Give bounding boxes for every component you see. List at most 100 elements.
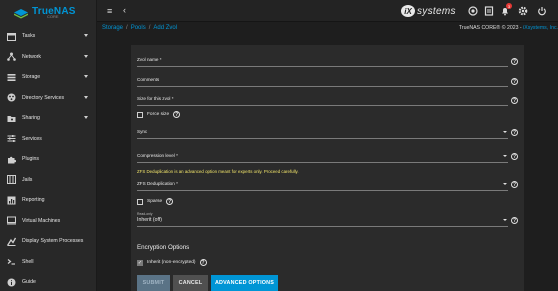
sidebar-item-tasks[interactable]: Tasks xyxy=(0,26,96,47)
task-manager-icon[interactable] xyxy=(484,6,494,16)
dedup-select[interactable]: ZFS Deduplication * ? xyxy=(137,177,518,191)
sidebar-item-label: Virtual Machines xyxy=(22,217,61,224)
folder-share-icon xyxy=(6,113,16,123)
dedup-warning: ZFS Deduplication is an advanced option … xyxy=(137,169,299,174)
sidebar-item-directory-services[interactable]: Directory Services xyxy=(0,88,96,109)
chevron-down-icon xyxy=(503,219,507,221)
truenas-logo-icon xyxy=(14,6,28,19)
breadcrumb-separator: / xyxy=(148,25,151,31)
sidebar: TrueNAS CORE Tasks Network Storage Direc xyxy=(0,0,97,291)
breadcrumb-storage[interactable]: Storage xyxy=(102,25,123,31)
encryption-options-heading: Encryption Options xyxy=(137,244,190,251)
info-icon xyxy=(6,277,16,287)
sliders-icon xyxy=(6,134,16,144)
help-icon[interactable]: ? xyxy=(511,78,518,85)
processes-icon xyxy=(6,236,16,246)
inherit-encryption-checkbox[interactable]: ✓ Inherit (non-encrypted) ? xyxy=(137,259,207,266)
chevron-down-icon xyxy=(84,54,88,58)
readonly-select[interactable]: Read-only Inherit (off) ? xyxy=(137,209,518,227)
help-icon[interactable]: ? xyxy=(511,58,518,65)
checkbox-checked[interactable]: ✓ xyxy=(137,259,143,266)
truenas-logo[interactable]: TrueNAS CORE xyxy=(0,0,96,22)
breadcrumb-add-zvol: Add Zvol xyxy=(153,25,178,31)
checkbox[interactable] xyxy=(137,198,143,205)
readonly-label: Read-only xyxy=(137,212,153,216)
sync-select[interactable]: Sync ? xyxy=(137,125,518,139)
help-icon[interactable]: ? xyxy=(173,111,181,118)
submit-button[interactable]: SUBMIT xyxy=(137,275,170,291)
sidebar-item-label: Tasks xyxy=(22,33,36,40)
sidebar-item-virtual-machines[interactable]: Virtual Machines xyxy=(0,211,96,232)
jail-icon xyxy=(6,175,16,185)
checkbox[interactable] xyxy=(137,111,143,118)
add-zvol-form: Zvol name * ? Comments ? Size for this z… xyxy=(131,45,524,291)
chevron-down-icon xyxy=(84,116,88,119)
help-icon[interactable]: ? xyxy=(511,217,518,224)
hamburger-menu-icon[interactable]: ≡ xyxy=(107,6,112,16)
sync-label: Sync xyxy=(137,129,148,134)
sidebar-item-label: Services xyxy=(22,135,42,142)
compression-select[interactable]: Compression level * ? xyxy=(137,149,518,163)
sidebar-item-display-system-processes[interactable]: Display System Processes xyxy=(0,231,96,252)
sidebar-item-network[interactable]: Network xyxy=(0,47,96,68)
sidebar-item-shell[interactable]: Shell xyxy=(0,252,96,273)
sidebar-item-storage[interactable]: Storage xyxy=(0,67,96,88)
chart-icon xyxy=(6,195,16,205)
force-size-checkbox[interactable]: Force size ? xyxy=(137,111,181,118)
copyright-company-link[interactable]: iXsystems, Inc. xyxy=(523,25,558,31)
network-icon xyxy=(6,52,16,62)
help-icon[interactable]: ? xyxy=(511,181,518,188)
help-icon[interactable]: ? xyxy=(511,97,518,104)
storage-icon xyxy=(6,72,16,82)
comments-input[interactable] xyxy=(137,86,508,87)
zvol-name-field[interactable]: Zvol name * ? xyxy=(137,53,518,67)
sidebar-item-label: Guide xyxy=(22,279,36,286)
dedup-label: ZFS Deduplication * xyxy=(137,181,178,186)
comments-label: Comments xyxy=(137,77,160,82)
chevron-down-icon xyxy=(84,75,88,78)
sidebar-item-label: Directory Services xyxy=(22,94,65,101)
breadcrumb-pools[interactable]: Pools xyxy=(131,25,146,31)
sidebar-item-label: Display System Processes xyxy=(22,238,84,245)
help-icon[interactable]: ? xyxy=(166,198,174,205)
sidebar-item-plugins[interactable]: Plugins xyxy=(0,149,96,170)
cancel-button[interactable]: CANCEL xyxy=(173,275,208,291)
readonly-select-underline xyxy=(137,226,508,227)
sidebar-item-label: Storage xyxy=(22,74,41,81)
sidebar-item-sharing[interactable]: Sharing xyxy=(0,108,96,129)
help-icon[interactable]: ? xyxy=(511,129,518,136)
notification-badge: 3 xyxy=(506,3,512,9)
terminal-icon xyxy=(6,257,16,267)
sparse-label: Sparse xyxy=(147,199,163,204)
truecommand-icon[interactable] xyxy=(468,6,478,16)
sparse-checkbox[interactable]: Sparse ? xyxy=(137,198,174,205)
sync-select-underline xyxy=(137,138,508,139)
sidebar-item-services[interactable]: Services xyxy=(0,129,96,150)
readonly-value: Inherit (off) xyxy=(137,217,162,223)
help-icon[interactable]: ? xyxy=(511,153,518,160)
sidebar-item-reporting[interactable]: Reporting xyxy=(0,190,96,211)
puzzle-icon xyxy=(6,154,16,164)
copyright-prefix: TrueNAS CORE® © 2023 - xyxy=(458,25,524,31)
back-icon[interactable]: ‹ xyxy=(123,5,126,15)
chevron-down-icon xyxy=(84,34,88,37)
comments-field[interactable]: Comments ? xyxy=(137,70,518,87)
gear-icon[interactable] xyxy=(518,6,528,16)
sidebar-item-label: Reporting xyxy=(22,197,45,204)
size-input[interactable] xyxy=(137,105,508,106)
copyright-text: TrueNAS CORE® © 2023 - iXsystems, Inc. xyxy=(459,25,558,31)
sidebar-item-guide[interactable]: Guide xyxy=(0,272,96,291)
breadcrumb-separator: / xyxy=(126,25,128,31)
power-icon[interactable] xyxy=(537,6,547,16)
sidebar-nav: Tasks Network Storage Directory Services xyxy=(0,26,96,291)
sidebar-item-label: Shell xyxy=(22,258,34,265)
inherit-label: Inherit (non-encrypted) xyxy=(147,260,196,265)
size-field[interactable]: Size for this zvol * ? xyxy=(137,91,518,106)
sidebar-item-jails[interactable]: Jails xyxy=(0,170,96,191)
sidebar-item-label: Sharing xyxy=(22,115,40,122)
dedup-select-underline xyxy=(137,190,508,191)
help-icon[interactable]: ? xyxy=(199,259,207,266)
ixsystems-logo[interactable]: iX systems xyxy=(401,5,456,17)
advanced-options-button[interactable]: ADVANCED OPTIONS xyxy=(211,275,278,291)
zvol-name-input[interactable] xyxy=(137,66,508,67)
